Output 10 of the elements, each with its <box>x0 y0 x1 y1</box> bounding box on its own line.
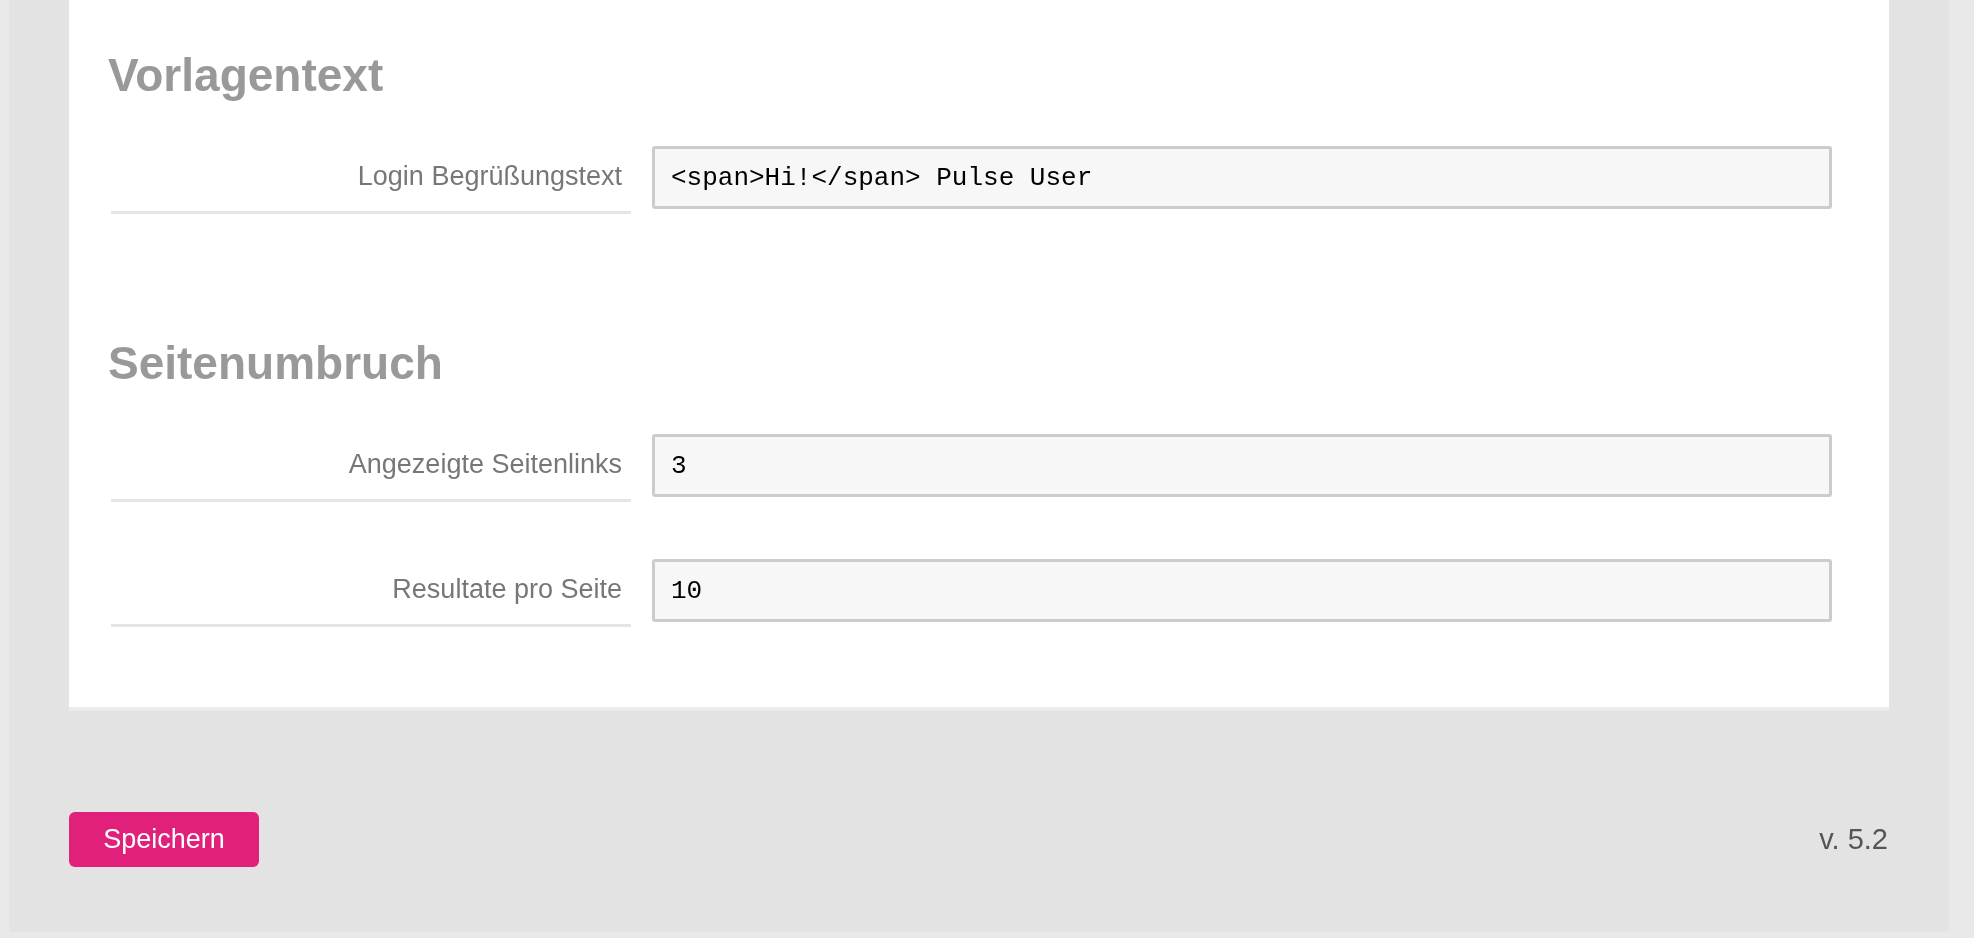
field-label: Angezeigte Seitenlinks <box>111 434 631 502</box>
field-label: Resultate pro Seite <box>111 559 631 627</box>
save-button[interactable]: Speichern <box>69 812 259 867</box>
text-input[interactable]: <span>Hi!</span> Pulse User <box>652 146 1832 209</box>
section-heading: Seitenumbruch <box>108 338 444 388</box>
field-label: Login Begrüßungstext <box>111 146 631 214</box>
version-text: v. 5.2 <box>1819 821 1888 857</box>
text-input[interactable]: 10 <box>652 559 1832 622</box>
text-input[interactable]: 3 <box>652 434 1832 497</box>
section-heading: Vorlagentext <box>108 50 385 100</box>
